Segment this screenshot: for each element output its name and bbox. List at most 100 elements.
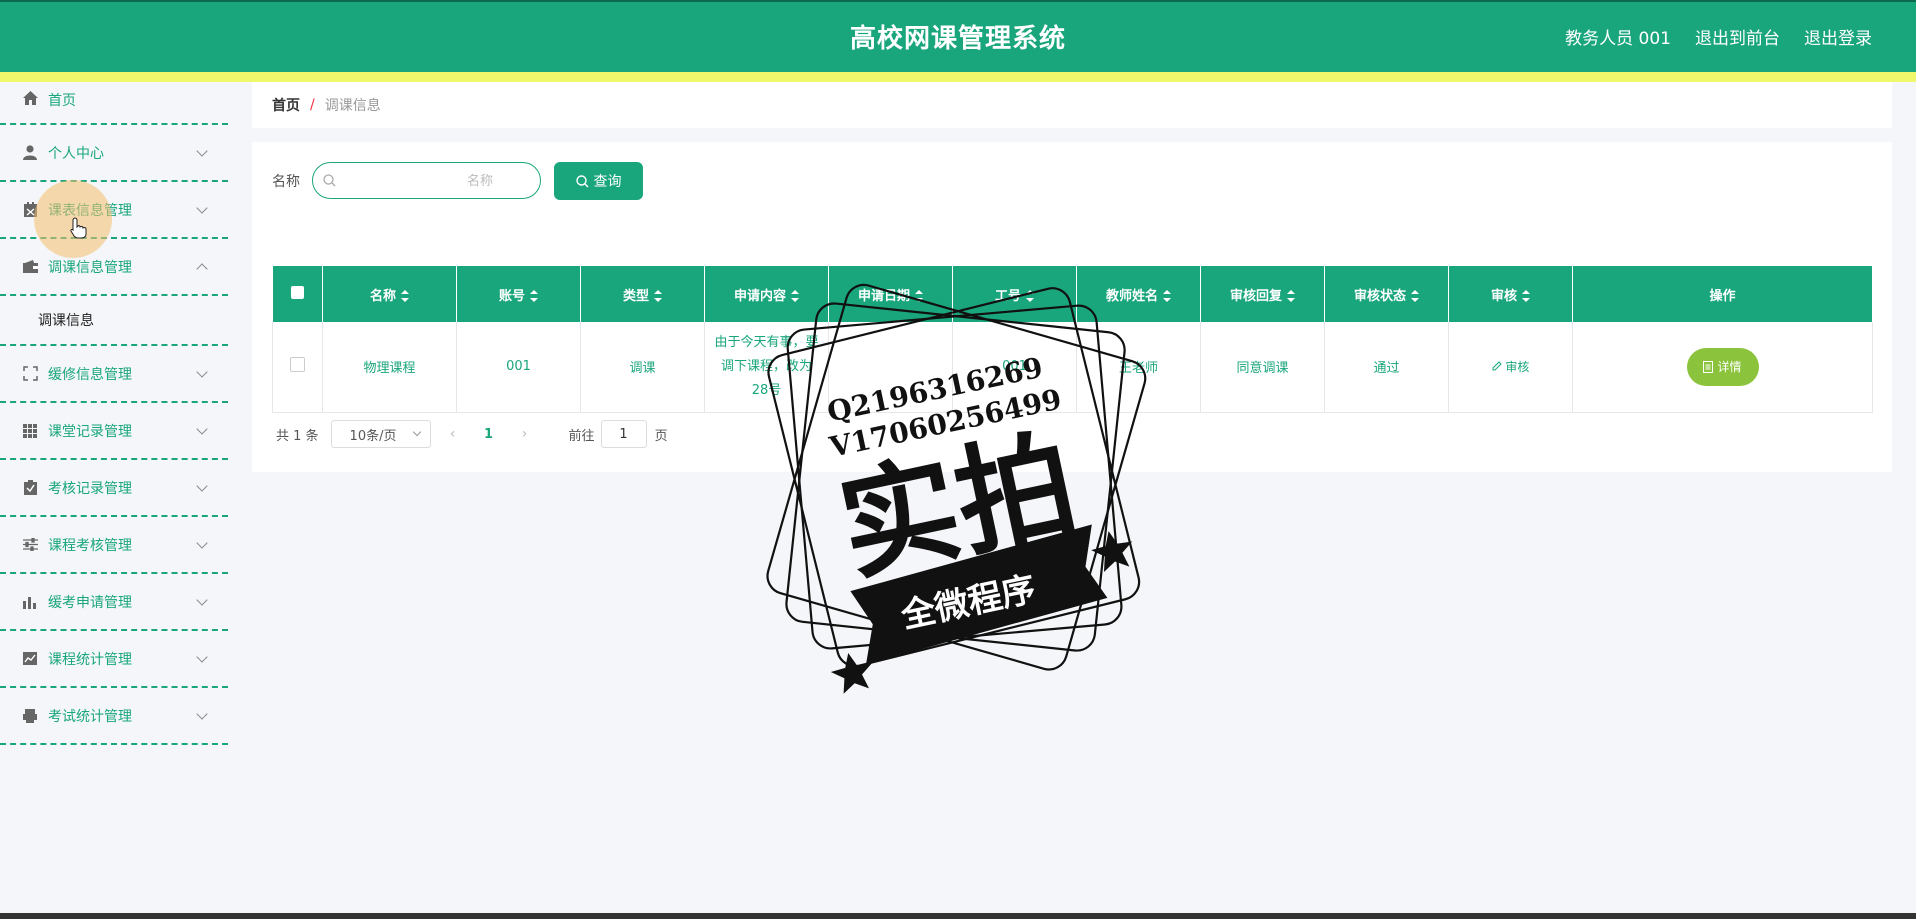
page-suffix: 页	[654, 428, 668, 444]
reschedule-table: 名称 账号 类型 申请内容 申请日期 工号 教师姓名 审核回复 审核状态 审核 …	[272, 266, 1873, 413]
sort-icon[interactable]	[1026, 290, 1034, 302]
chevron-down-icon	[196, 365, 208, 378]
column-header-date[interactable]: 申请日期	[828, 266, 953, 322]
sidebar-item-exam-statistics[interactable]: 考试统计管理	[0, 688, 228, 745]
search-icon	[575, 174, 588, 187]
printer-icon	[22, 708, 38, 724]
column-header-account[interactable]: 账号	[456, 266, 581, 322]
prev-page-button[interactable]: ‹	[439, 426, 467, 442]
row-select-cell[interactable]	[272, 322, 323, 413]
sort-icon[interactable]	[1287, 290, 1295, 302]
sidebar-item-reschedule[interactable]: 调课信息管理	[0, 239, 228, 296]
sidebar-item-home[interactable]: 首页	[0, 82, 228, 125]
next-page-button[interactable]: ›	[511, 426, 539, 442]
search-icon	[323, 174, 336, 187]
table-header-row: 名称 账号 类型 申请内容 申请日期 工号 教师姓名 审核回复 审核状态 审核 …	[272, 266, 1873, 322]
goto-label: 前往	[568, 428, 595, 444]
trend-chart-icon	[22, 651, 38, 667]
column-header-name[interactable]: 名称	[322, 266, 457, 322]
logout-link[interactable]: 退出登录	[1804, 24, 1872, 49]
column-header-teacher[interactable]: 教师姓名	[1076, 266, 1201, 322]
fullscreen-icon	[22, 366, 38, 382]
breadcrumb-home[interactable]: 首页	[272, 95, 300, 115]
sidebar-item-label: 课堂记录管理	[48, 423, 132, 440]
cell-type: 调课	[580, 322, 705, 413]
user-icon	[22, 145, 38, 161]
sidebar-item-label: 个人中心	[48, 145, 104, 162]
breadcrumb-current: 调课信息	[324, 98, 381, 114]
goto-page-input[interactable]	[600, 420, 647, 448]
chevron-up-icon	[196, 262, 208, 275]
sidebar-item-label: 首页	[48, 93, 76, 109]
search-input[interactable]	[343, 170, 533, 192]
sliders-icon	[22, 537, 38, 553]
chevron-down-icon	[196, 536, 208, 549]
chevron-down-icon	[196, 144, 208, 157]
bottom-bar	[0, 913, 1916, 919]
sidebar-item-label: 缓考申请管理	[48, 594, 132, 611]
audit-link-label: 审核	[1505, 360, 1530, 375]
header-stripe	[0, 72, 1916, 82]
watermark-banner-text: 全微程序	[897, 569, 1039, 637]
audit-link[interactable]: 审核	[1492, 360, 1530, 375]
cell-action: 详情	[1572, 322, 1873, 413]
chevron-down-icon	[196, 479, 208, 492]
search-box	[312, 162, 541, 199]
sort-icon[interactable]	[915, 290, 923, 302]
sidebar-item-label: 缓修信息管理	[48, 366, 132, 383]
sidebar-item-class-record[interactable]: 课堂记录管理	[0, 403, 228, 460]
column-header-type[interactable]: 类型	[580, 266, 705, 322]
search-button[interactable]: 查询	[554, 162, 643, 200]
wallet-icon	[22, 259, 38, 275]
home-icon	[22, 90, 38, 106]
column-header-job-no[interactable]: 工号	[952, 266, 1077, 322]
column-header-reply[interactable]: 审核回复	[1200, 266, 1325, 322]
sidebar-item-personal-center[interactable]: 个人中心	[0, 125, 228, 182]
detail-button[interactable]: 详情	[1686, 347, 1759, 386]
sort-icon[interactable]	[1163, 290, 1171, 302]
cell-reply: 同意调课	[1200, 322, 1325, 413]
cell-account: 001	[456, 322, 581, 413]
search-label: 名称	[272, 174, 300, 190]
row-checkbox[interactable]	[290, 357, 305, 373]
grid-icon	[22, 423, 38, 439]
column-header-status[interactable]: 审核状态	[1324, 266, 1449, 322]
chevron-down-icon	[196, 201, 208, 214]
sidebar-subitem-reschedule-info[interactable]: 调课信息	[0, 296, 228, 346]
detail-button-label: 详情	[1717, 360, 1742, 375]
pagination: 共 1 条 10条/页 ‹ 1 › 前往 页	[276, 420, 668, 448]
column-header-audit[interactable]: 审核	[1448, 266, 1573, 322]
sort-icon[interactable]	[401, 290, 409, 302]
current-user-link[interactable]: 教务人员 001	[1565, 24, 1671, 49]
select-all-header[interactable]	[272, 266, 323, 322]
select-all-checkbox[interactable]	[290, 285, 304, 299]
cell-content: 由于今天有事，要调下课程，改为28号	[704, 322, 829, 413]
chevron-down-icon	[196, 593, 208, 606]
document-icon	[1703, 360, 1714, 373]
cell-status: 通过	[1324, 322, 1449, 413]
chevron-down-icon	[196, 422, 208, 435]
breadcrumb: 首页 / 调课信息	[252, 82, 1892, 128]
sort-icon[interactable]	[654, 290, 662, 302]
sidebar-item-label: 考核记录管理	[48, 480, 132, 497]
sidebar: 首页 个人中心 课表信息管理 调课信息管理 调课信息 缓修信息管理 课堂记录管理	[0, 82, 228, 919]
sort-icon[interactable]	[791, 290, 799, 302]
page-size-select[interactable]: 10条/页	[330, 420, 431, 448]
cell-job-no: 001	[952, 322, 1077, 413]
page-number[interactable]: 1	[475, 427, 503, 442]
sidebar-item-deferred-exam[interactable]: 缓考申请管理	[0, 574, 228, 631]
content-card: 名称 查询 名称 账号 类型 申请内容 申请日期 工号 教师姓名 审核回复 审核…	[252, 142, 1892, 472]
sidebar-item-course-assessment[interactable]: 课程考核管理	[0, 517, 228, 574]
pagination-total: 共 1 条	[276, 428, 319, 444]
sort-icon[interactable]	[1522, 290, 1530, 302]
column-header-content[interactable]: 申请内容	[704, 266, 829, 322]
cell-date	[828, 322, 953, 413]
sidebar-item-deferral[interactable]: 缓修信息管理	[0, 346, 228, 403]
sidebar-item-course-statistics[interactable]: 课程统计管理	[0, 631, 228, 688]
sort-icon[interactable]	[1411, 290, 1419, 302]
edit-icon	[1492, 361, 1502, 371]
cell-content-text: 由于今天有事，要调下课程，改为28号	[714, 334, 819, 398]
back-to-front-link[interactable]: 退出到前台	[1695, 24, 1780, 49]
sidebar-item-assessment-record[interactable]: 考核记录管理	[0, 460, 228, 517]
sort-icon[interactable]	[530, 290, 538, 302]
